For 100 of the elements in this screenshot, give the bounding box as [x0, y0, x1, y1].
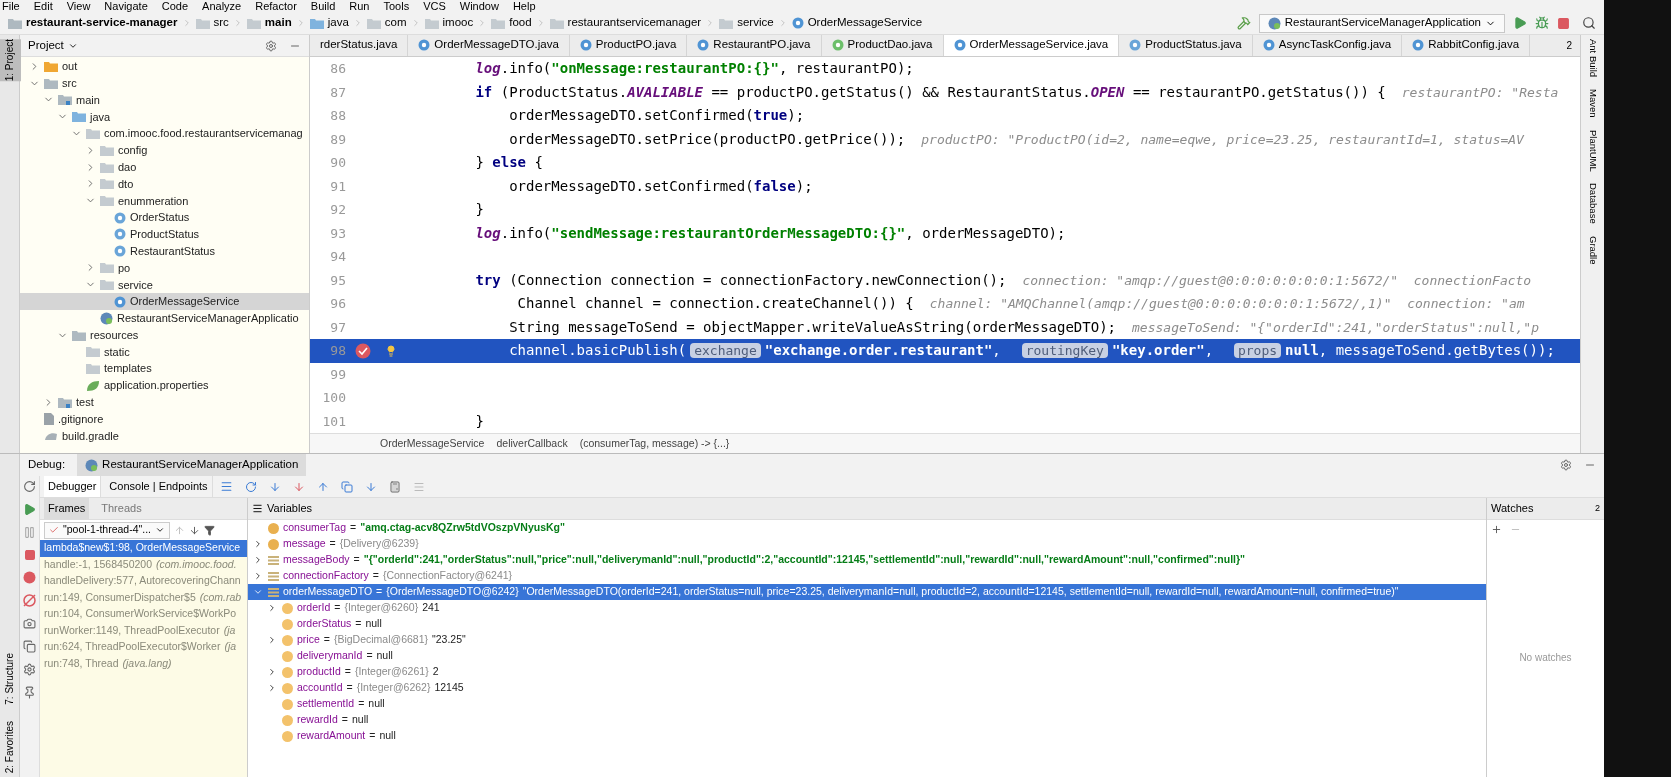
debugger-tab[interactable]: Console | Endpoints: [105, 476, 213, 497]
thread-dropdown[interactable]: "pool-1-thread-4"...: [44, 521, 170, 539]
variable-row[interactable]: accountId = {Integer@6262} 12145: [248, 680, 1486, 696]
tree-item[interactable]: enummeration: [20, 192, 309, 210]
variable-row[interactable]: connectionFactory = {ConnectionFactory@6241}: [248, 568, 1486, 584]
editor-tab[interactable]: RabbitConfig.java: [1402, 35, 1531, 56]
tool-window-tab[interactable]: Database: [1585, 183, 1600, 224]
variable-row[interactable]: deliverymanId = null: [248, 648, 1486, 664]
search-icon[interactable]: [1582, 16, 1596, 30]
tree-item[interactable]: dao: [20, 158, 309, 176]
debug-icon[interactable]: [1535, 16, 1549, 30]
tree-item[interactable]: resources: [20, 326, 309, 344]
tree-item[interactable]: po: [20, 259, 309, 277]
menu-item[interactable]: Tools: [383, 0, 410, 12]
down-arrow-icon[interactable]: [189, 524, 200, 536]
frames-tab[interactable]: Frames: [44, 498, 90, 519]
stop-icon[interactable]: [23, 549, 36, 561]
variable-row[interactable]: rewardAmount = null: [248, 728, 1486, 744]
variable-row[interactable]: consumerTag = "amq.ctag-acv8QZrw5tdVOszpVNyusKg": [248, 520, 1486, 536]
menu-item[interactable]: Build: [310, 0, 336, 12]
watches-count[interactable]: 2: [1595, 501, 1600, 516]
tab-overflow-count[interactable]: 2: [1566, 38, 1580, 53]
editor-tab[interactable]: OrderMessageDTO.java: [408, 35, 570, 56]
stack-frame[interactable]: run:748, Thread (java.lang): [40, 655, 247, 672]
editor-tab[interactable]: ProductStatus.java: [1119, 35, 1253, 56]
settings-icon[interactable]: [1560, 459, 1572, 471]
breadcrumb-item[interactable]: restaurant-service-manager: [8, 14, 178, 32]
code-breadcrumb[interactable]: OrderMessageService: [380, 435, 485, 452]
tool-window-tab[interactable]: Gradle: [1585, 235, 1600, 265]
editor-tab[interactable]: ProductPO.java: [569, 35, 688, 56]
menu-item[interactable]: View: [66, 0, 91, 12]
breadcrumb-item[interactable]: service: [719, 14, 774, 32]
tree-item[interactable]: config: [20, 142, 309, 159]
tool-window-tab[interactable]: 7: Structure: [2, 653, 17, 705]
breadcrumb-item[interactable]: com: [366, 14, 407, 32]
tree-item[interactable]: com.imooc.food.restaurantservicemanag: [20, 125, 309, 142]
code-breadcrumb[interactable]: deliverCallback: [496, 435, 568, 452]
code-breadcrumb[interactable]: (consumerTag, message) -> {...}: [579, 435, 730, 452]
panel-title[interactable]: Project: [28, 36, 64, 55]
tree-item[interactable]: test: [20, 393, 309, 411]
menu-item[interactable]: Help: [512, 0, 536, 12]
mute-breakpoints-icon[interactable]: [23, 594, 36, 607]
breadcrumb-item[interactable]: imooc: [424, 14, 474, 32]
collapse-icon[interactable]: [267, 635, 277, 645]
tool-window-tab[interactable]: Ant Build: [1585, 39, 1600, 78]
variable-row[interactable]: [248, 584, 1486, 600]
tree-item[interactable]: service: [20, 276, 309, 294]
settings-icon[interactable]: [265, 39, 277, 52]
breadcrumb-item[interactable]: restaurantservicemanager: [549, 14, 702, 32]
editor-tab[interactable]: OrderMessageService.java: [943, 35, 1120, 56]
tree-item[interactable]: application.properties: [20, 377, 309, 394]
tool-window-tab[interactable]: PlantUML: [1585, 129, 1600, 172]
menu-item[interactable]: VCS: [423, 0, 446, 12]
tree-item[interactable]: src: [20, 74, 309, 92]
variable-row[interactable]: productId = {Integer@6261} 2: [248, 664, 1486, 680]
tree-item[interactable]: ProductStatus: [20, 225, 309, 243]
tree-item[interactable]: templates: [20, 360, 309, 378]
tree-item[interactable]: main: [20, 91, 309, 109]
stack-frame[interactable]: runWorker:1149, ThreadPoolExecutor (ja: [40, 622, 247, 639]
breadcrumb-item[interactable]: OrderMessageService: [791, 14, 923, 32]
menu-item[interactable]: Edit: [33, 0, 53, 12]
menu-item[interactable]: Refactor: [255, 0, 297, 12]
pause-icon[interactable]: [23, 526, 36, 539]
pin-icon[interactable]: [23, 686, 36, 699]
editor-tab[interactable]: ProductDao.java: [821, 35, 944, 56]
tool-window-tab[interactable]: Maven: [1585, 89, 1600, 118]
tree-item[interactable]: java: [20, 108, 309, 126]
breakpoints-icon[interactable]: [23, 571, 36, 584]
tree-item[interactable]: dto: [20, 175, 309, 193]
tree-item[interactable]: OrderStatus: [20, 209, 309, 226]
frames-tab[interactable]: Threads: [97, 498, 146, 519]
tool-window-tab[interactable]: 1: Project: [0, 39, 21, 82]
menu-item[interactable]: File: [2, 0, 20, 12]
run-configuration-dropdown[interactable]: RestaurantServiceManagerApplication: [1258, 13, 1505, 33]
stack-frame[interactable]: run:624, ThreadPoolExecutor$Worker (ja: [40, 639, 247, 656]
tree-item[interactable]: static: [20, 343, 309, 361]
variable-row[interactable]: settlementId = null: [248, 696, 1486, 712]
variable-row[interactable]: rewardId = null: [248, 712, 1486, 728]
menu-item[interactable]: Navigate: [104, 0, 148, 12]
run-icon[interactable]: [1513, 16, 1527, 30]
editor-tab[interactable]: AsyncTaskConfig.java: [1252, 35, 1403, 56]
breakpoint-icon[interactable]: [355, 342, 371, 359]
session-tab[interactable]: RestaurantServiceManagerApplication: [77, 454, 307, 476]
variable-row[interactable]: orderId = {Integer@6260} 241: [248, 600, 1486, 616]
tree-item[interactable]: OrderMessageService: [20, 293, 309, 310]
variable-row[interactable]: price = {BigDecimal@6681} "23.25": [248, 632, 1486, 648]
layout-icon[interactable]: [23, 640, 36, 653]
stop-icon[interactable]: [1557, 16, 1570, 30]
breadcrumb-item[interactable]: java: [309, 14, 349, 32]
tree-item[interactable]: RestaurantServiceManagerApplicatio: [20, 309, 309, 327]
menu-item[interactable]: Code: [161, 0, 189, 12]
breadcrumb-item[interactable]: food: [491, 14, 532, 32]
variable-row[interactable]: orderStatus = null: [248, 616, 1486, 632]
hammer-icon[interactable]: [1236, 16, 1251, 30]
tree-item[interactable]: out: [20, 58, 309, 75]
menu-item[interactable]: Analyze: [202, 0, 242, 12]
expand-icon[interactable]: [253, 587, 263, 597]
editor-tab[interactable]: RestaurantPO.java: [687, 35, 822, 56]
rerun-icon[interactable]: [23, 480, 36, 493]
variable-row[interactable]: message = {Delivery@6239}: [248, 536, 1486, 552]
